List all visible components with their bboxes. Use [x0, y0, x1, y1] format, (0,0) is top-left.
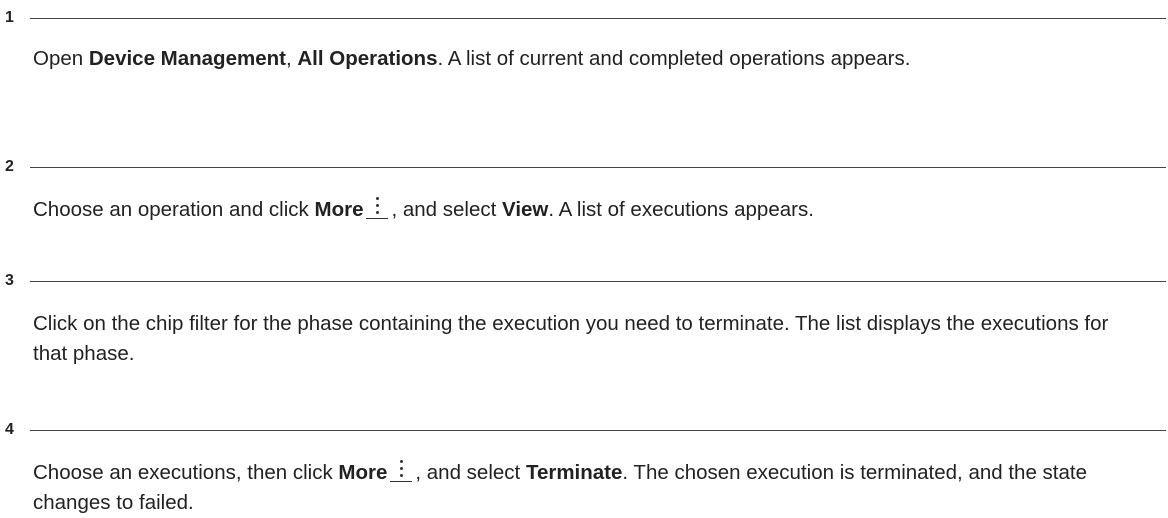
step-text-part: . A list of current and completed operat…	[437, 47, 911, 70]
step-text-part: Choose an operation and click	[33, 198, 315, 221]
menu-label-view: View	[502, 198, 549, 221]
step-text: Open Device Management, All Operations. …	[33, 44, 1113, 74]
step-divider	[30, 281, 1166, 282]
menu-label-all-operations: All Operations	[297, 47, 438, 70]
step-number: 2	[5, 158, 14, 175]
step-divider	[30, 18, 1166, 19]
step-text-part: . A list of executions appears.	[548, 198, 814, 221]
menu-label-terminate: Terminate	[525, 461, 623, 484]
step-text-part: , and select	[415, 461, 526, 484]
step-text-part: Open	[33, 47, 89, 70]
step-text-part: ,	[285, 47, 298, 70]
button-label-more: More	[338, 461, 388, 484]
step-text: Choose an operation and click More , and …	[33, 195, 1153, 225]
more-vertical-icon	[390, 458, 413, 482]
more-vertical-icon	[366, 195, 389, 219]
step-divider	[30, 167, 1166, 168]
step-divider	[30, 430, 1166, 431]
button-label-more: More	[314, 198, 364, 221]
step-text: Click on the chip filter for the phase c…	[33, 312, 1109, 365]
step-text-part: , and select	[391, 198, 503, 221]
step-text: Choose an executions, then click More , a…	[33, 458, 1143, 518]
step-number: 4	[5, 421, 14, 438]
menu-label-device-management: Device Management	[88, 47, 286, 70]
step-text-part: Choose an executions, then click	[33, 461, 339, 484]
step-number: 3	[5, 272, 14, 289]
step-number: 1	[5, 9, 14, 26]
